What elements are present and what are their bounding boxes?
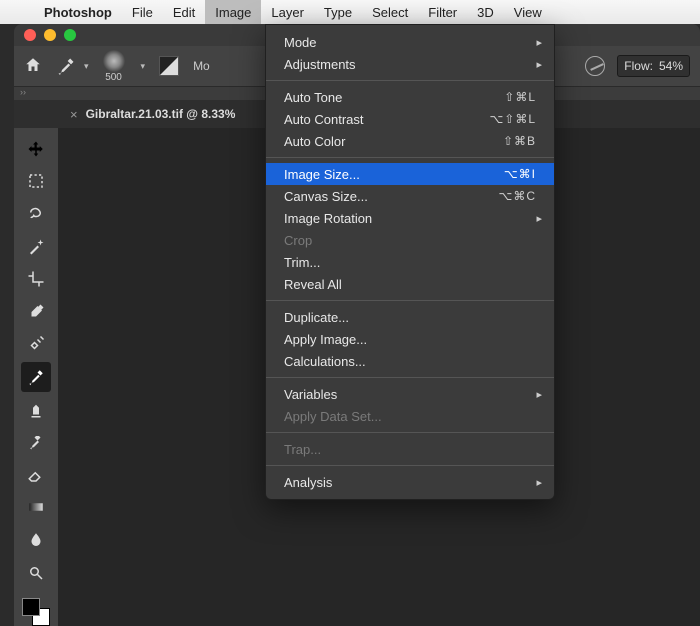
window-zoom-button[interactable]	[64, 29, 76, 41]
menu-item-auto-tone[interactable]: Auto Tone⇧⌘L	[266, 86, 554, 108]
eraser-tool[interactable]	[21, 460, 51, 490]
menu-file[interactable]: File	[122, 0, 163, 24]
menu-shortcut: ⌥⌘C	[499, 189, 537, 203]
healing-brush-tool[interactable]	[21, 330, 51, 360]
mode-label: Mo	[193, 59, 210, 73]
menu-3d[interactable]: 3D	[467, 0, 504, 24]
menu-item-trap: Trap...	[266, 438, 554, 460]
magic-wand-tool[interactable]	[21, 232, 51, 262]
menu-view[interactable]: View	[504, 0, 552, 24]
menu-item-label: Variables	[284, 387, 536, 402]
menu-item-label: Auto Color	[284, 134, 503, 149]
menu-item-label: Apply Image...	[284, 332, 536, 347]
menu-item-label: Crop	[284, 233, 536, 248]
menu-item-adjustments[interactable]: Adjustments▸	[266, 53, 554, 75]
menu-item-variables[interactable]: Variables▸	[266, 383, 554, 405]
menu-item-canvas-size[interactable]: Canvas Size...⌥⌘C	[266, 185, 554, 207]
submenu-arrow-icon: ▸	[536, 58, 542, 71]
menu-item-label: Auto Tone	[284, 90, 504, 105]
menu-item-label: Trap...	[284, 442, 536, 457]
brush-tool[interactable]	[21, 362, 51, 392]
menu-item-label: Adjustments	[284, 57, 536, 72]
brush-preset-picker[interactable]: 500	[103, 50, 125, 83]
dodge-tool[interactable]	[21, 558, 51, 588]
submenu-arrow-icon: ▸	[536, 36, 542, 49]
menu-layer[interactable]: Layer	[261, 0, 314, 24]
chevron-down-icon: ▾	[141, 61, 146, 72]
menu-edit[interactable]: Edit	[163, 0, 205, 24]
menu-item-label: Canvas Size...	[284, 189, 499, 204]
menu-item-auto-contrast[interactable]: Auto Contrast⌥⇧⌘L	[266, 108, 554, 130]
menu-item-mode[interactable]: Mode▸	[266, 31, 554, 53]
history-brush-tool[interactable]	[21, 427, 51, 457]
menu-item-label: Reveal All	[284, 277, 536, 292]
menu-type[interactable]: Type	[314, 0, 362, 24]
document-tab[interactable]: × Gibraltar.21.03.tif @ 8.33%	[60, 100, 245, 128]
menu-shortcut: ⇧⌘B	[503, 134, 536, 148]
home-button[interactable]	[24, 56, 42, 77]
chevron-down-icon: ▾	[84, 61, 89, 72]
menu-item-label: Auto Contrast	[284, 112, 489, 127]
flow-value: 54%	[659, 59, 683, 73]
window-minimize-button[interactable]	[44, 29, 56, 41]
menu-separator	[266, 377, 554, 378]
menu-shortcut: ⇧⌘L	[504, 90, 536, 104]
menu-item-trim[interactable]: Trim...	[266, 251, 554, 273]
menu-separator	[266, 80, 554, 81]
flow-field[interactable]: Flow: 54%	[617, 55, 690, 77]
menu-select[interactable]: Select	[362, 0, 418, 24]
menu-item-label: Image Size...	[284, 167, 504, 182]
brush-panel-toggle[interactable]	[159, 56, 179, 76]
tools-panel	[14, 128, 58, 626]
menu-item-label: Apply Data Set...	[284, 409, 536, 424]
clone-stamp-tool[interactable]	[21, 395, 51, 425]
submenu-arrow-icon: ▸	[536, 212, 542, 225]
menu-item-apply-image[interactable]: Apply Image...	[266, 328, 554, 350]
tab-title: Gibraltar.21.03.tif @ 8.33%	[86, 107, 236, 121]
crop-tool[interactable]	[21, 264, 51, 294]
blur-tool[interactable]	[21, 525, 51, 555]
menu-shortcut: ⌥⇧⌘L	[489, 112, 536, 126]
app-name[interactable]: Photoshop	[34, 5, 122, 20]
eyedropper-tool[interactable]	[21, 297, 51, 327]
menu-item-apply-data-set: Apply Data Set...	[266, 405, 554, 427]
menu-separator	[266, 157, 554, 158]
submenu-arrow-icon: ▸	[536, 388, 542, 401]
menu-item-duplicate[interactable]: Duplicate...	[266, 306, 554, 328]
menu-item-label: Analysis	[284, 475, 536, 490]
menu-item-calculations[interactable]: Calculations...	[266, 350, 554, 372]
menu-item-label: Calculations...	[284, 354, 536, 369]
color-swatches[interactable]	[22, 598, 50, 626]
menu-filter[interactable]: Filter	[418, 0, 467, 24]
menu-item-label: Image Rotation	[284, 211, 536, 226]
menu-item-analysis[interactable]: Analysis▸	[266, 471, 554, 493]
menu-item-crop: Crop	[266, 229, 554, 251]
menu-image[interactable]: Image	[205, 0, 261, 24]
flow-label: Flow:	[624, 59, 653, 73]
menu-item-label: Duplicate...	[284, 310, 536, 325]
menu-shortcut: ⌥⌘I	[504, 167, 536, 181]
brush-preview-icon	[103, 50, 125, 72]
menu-separator	[266, 300, 554, 301]
tool-preset-picker[interactable]: ▾	[56, 56, 89, 76]
menu-item-image-size[interactable]: Image Size...⌥⌘I	[266, 163, 554, 185]
menu-item-label: Mode	[284, 35, 536, 50]
window-close-button[interactable]	[24, 29, 36, 41]
gradient-tool[interactable]	[21, 493, 51, 523]
menu-item-image-rotation[interactable]: Image Rotation▸	[266, 207, 554, 229]
menu-separator	[266, 465, 554, 466]
move-tool[interactable]	[21, 134, 51, 164]
marquee-tool[interactable]	[21, 167, 51, 197]
lasso-tool[interactable]	[21, 199, 51, 229]
tab-close-button[interactable]: ×	[70, 107, 78, 122]
menu-separator	[266, 432, 554, 433]
image-menu-dropdown: Mode▸Adjustments▸Auto Tone⇧⌘LAuto Contra…	[265, 24, 555, 500]
menu-item-auto-color[interactable]: Auto Color⇧⌘B	[266, 130, 554, 152]
menu-item-label: Trim...	[284, 255, 536, 270]
pressure-opacity-icon[interactable]	[585, 56, 605, 76]
submenu-arrow-icon: ▸	[536, 476, 542, 489]
mac-menubar: Photoshop FileEditImageLayerTypeSelectFi…	[0, 0, 700, 24]
brush-size-label: 500	[105, 72, 122, 83]
menu-item-reveal-all[interactable]: Reveal All	[266, 273, 554, 295]
